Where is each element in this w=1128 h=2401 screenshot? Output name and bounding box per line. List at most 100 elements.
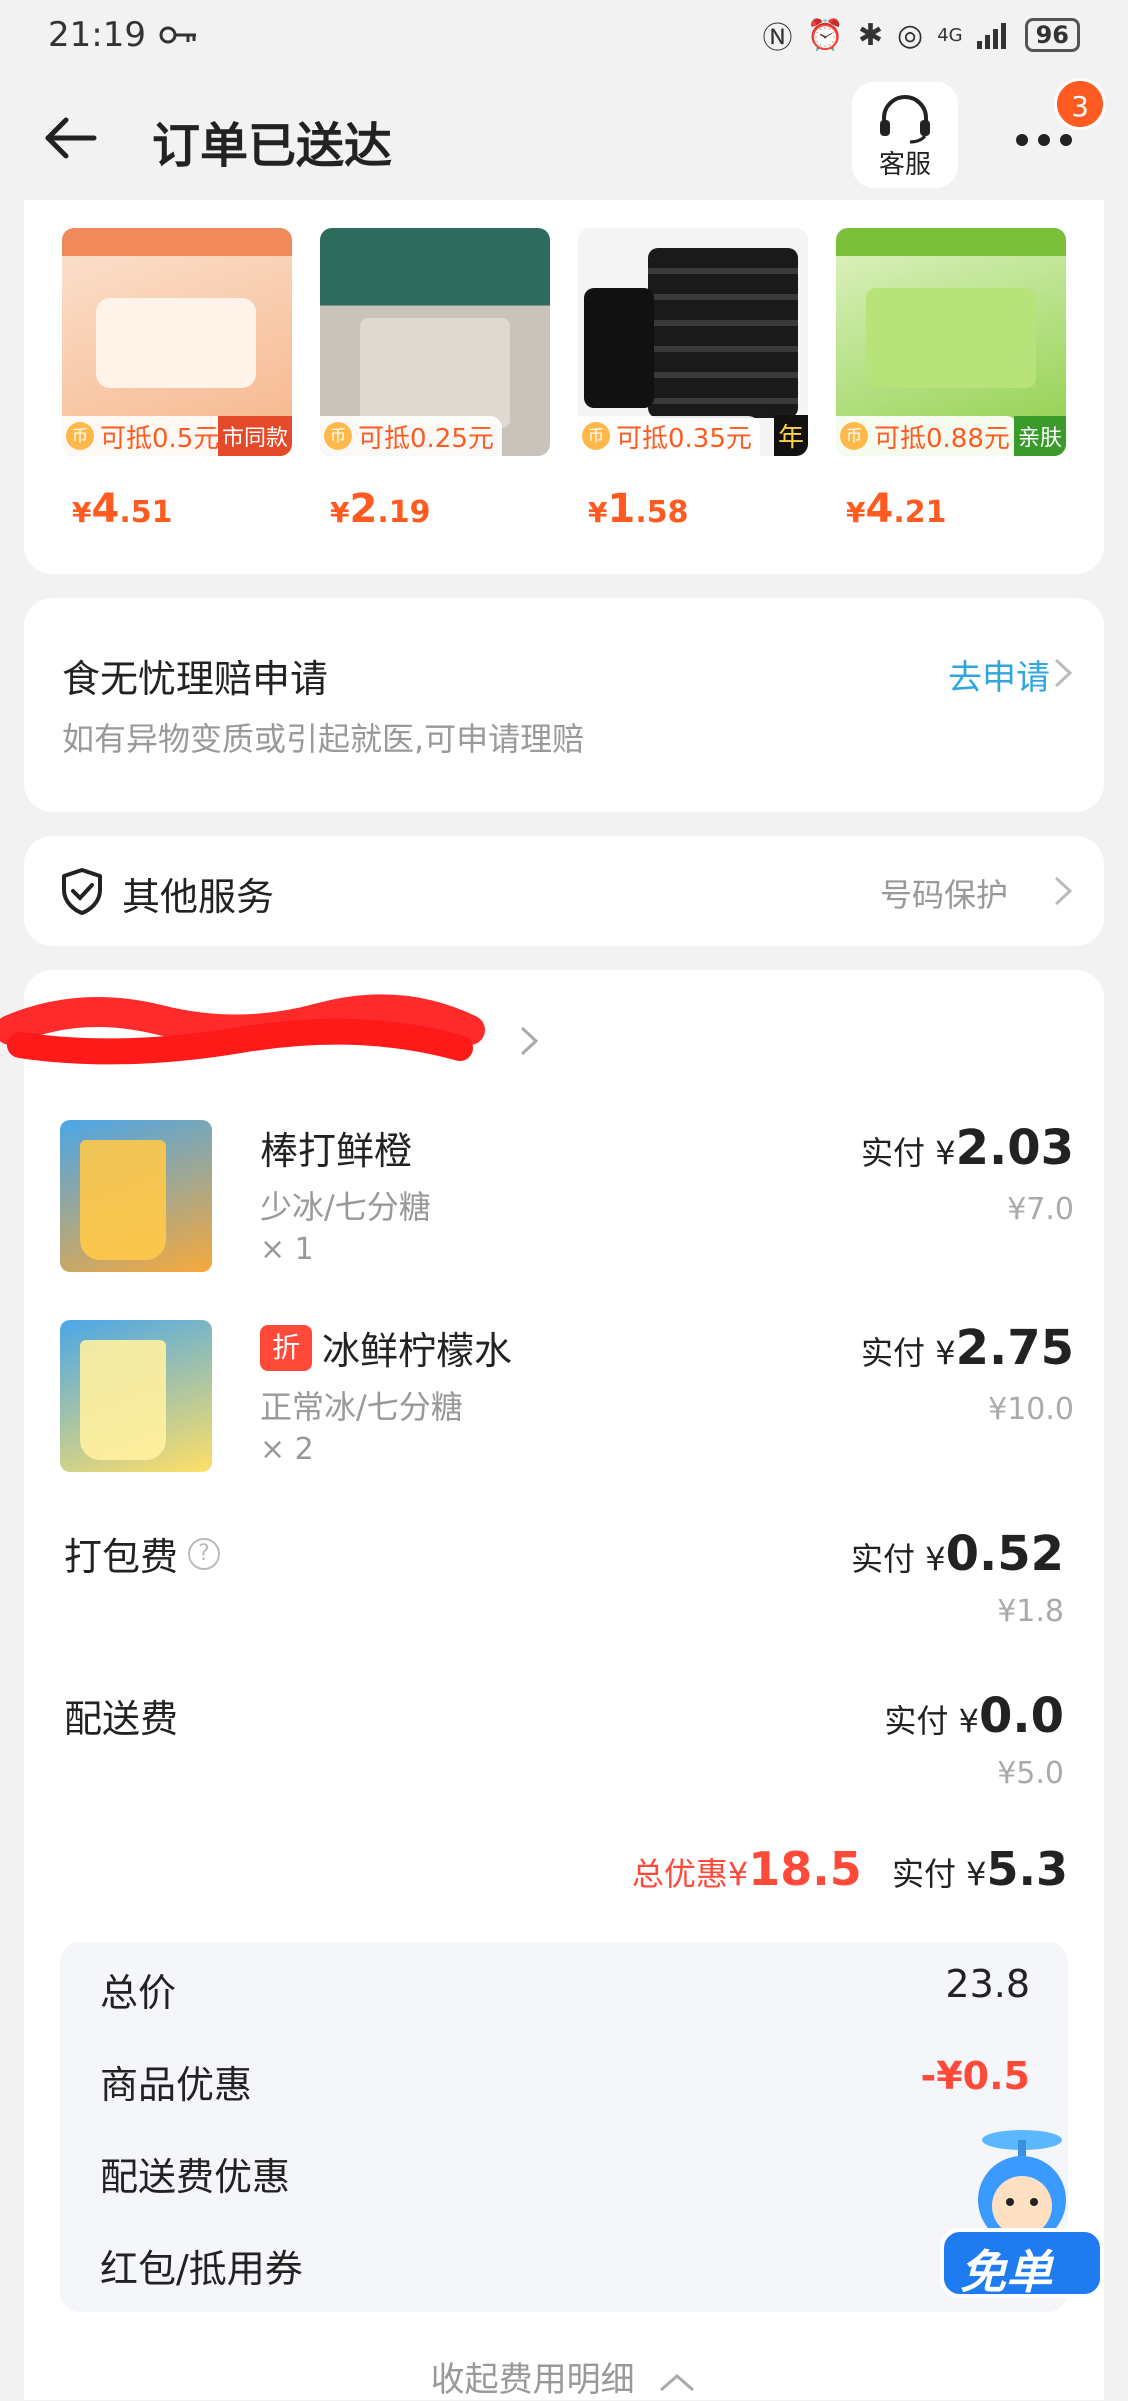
chevron-right-icon [1054,658,1073,688]
claim-subtitle: 如有异物变质或引起就医,可申请理赔 [62,720,585,758]
item-paid: 实付 ¥2.03 [861,1120,1074,1176]
product-image: 币 可抵0.5元 市同款 [62,228,292,456]
total-discount: 总优惠¥18.5 [631,1842,862,1896]
paid-label: 实付 [851,1540,916,1578]
customer-service-button[interactable]: 客服 [852,82,958,188]
breakdown-value: 23.8 [945,1962,1030,2006]
help-icon[interactable]: ? [188,1537,221,1570]
headset-icon [880,95,930,144]
currency-symbol: ¥ [966,1855,987,1893]
price-integer: 4 [865,486,894,532]
recommended-product-2[interactable]: 币 可抵0.25元 ¥2.19 [320,228,550,532]
claim-card[interactable]: 食无忧理赔申请 如有异物变质或引起就医,可申请理赔 去申请 [24,598,1104,812]
breakdown-row-total: 总价 23.8 [100,1962,1030,2017]
nfc-icon: Ⓝ [762,21,793,56]
free-order-label: 免单 [960,2245,1052,2299]
item-original-price: ¥7.0 [1007,1192,1074,1227]
breakdown-value: -¥0.5 [920,2054,1030,2098]
paid-label: 实付 [861,1334,926,1372]
other-services-title: 其他服务 [122,875,275,919]
order-totals: 总优惠¥18.5 实付 ¥5.3 [632,1842,1068,1896]
drink-cup [80,1140,166,1260]
price-decimal: .58 [635,495,689,530]
status-right: Ⓝ ⏰ ✱ ◎ 4G 96 [762,13,1080,57]
packing-fee-text: 打包费 [64,1535,179,1579]
tissue-pack [96,298,256,388]
currency-symbol: ¥ [935,1134,956,1172]
notification-badge: 3 [1054,78,1106,130]
coin-icon: 币 [324,422,352,450]
price-integer: 1 [607,486,636,532]
delivery-fee-original: ¥5.0 [997,1756,1064,1791]
item-spec: 少冰/七分糖 [260,1188,431,1226]
currency-symbol: ¥ [588,496,608,529]
total-discount-label: 总优惠 [631,1855,728,1893]
coin-icon: 币 [66,422,94,450]
product-image: 币 可抵0.25元 [320,228,550,456]
paid-amount: 2.03 [955,1120,1074,1176]
product-image: 币 可抵0.35元 年 [578,228,808,456]
recommended-product-4[interactable]: 币 可抵0.88元 亲肤 ¥4.21 [836,228,1066,532]
number-protection-label: 号码保护 [879,876,1008,914]
collapse-fee-details[interactable]: 收起费用明细 [24,2352,1104,2401]
product-image: 币 可抵0.88元 亲肤 [836,228,1066,456]
other-services-row[interactable]: 其他服务 号码保护 [24,836,1104,946]
signal-icon [976,23,1006,49]
corner-tag: 亲肤 [1013,416,1066,456]
packing-fee-label: 打包费 ? [64,1526,221,1581]
store-strip [62,228,292,256]
trash-bag-rolls [648,248,798,418]
breakdown-row-delivery-discount: 配送费优惠 - [100,2146,1030,2201]
fee-breakdown: 总价 23.8 商品优惠 -¥0.5 配送费优惠 - 红包/抵用券 - [60,1942,1068,2312]
recommended-product-1[interactable]: 币 可抵0.5元 市同款 ¥4.51 [62,228,292,532]
trash-bag [584,288,654,408]
back-arrow-icon[interactable] [42,110,98,166]
free-order-badge[interactable]: 免单 [922,2120,1122,2310]
paid-amount: 0.0 [978,1688,1064,1744]
redaction-scribble [0,994,485,1065]
tissue-box [866,288,1036,388]
paid-label: 实付 [891,1855,956,1893]
status-left: 21:19 [48,15,198,55]
status-time: 21:19 [48,15,146,55]
item-image [60,1120,212,1272]
delivery-fee-row: 配送费 实付 ¥0.0 ¥5.0 [64,1688,1064,1798]
currency-symbol: ¥ [727,1855,749,1893]
item-name-text: 冰鲜柠檬水 [322,1329,513,1373]
deduct-text: 可抵0.5元 [100,423,220,454]
item-quantity: × 2 [260,1432,314,1467]
order-item[interactable]: 折 冰鲜柠檬水 正常冰/七分糖 × 2 实付 ¥2.75 ¥10.0 [60,1320,1080,1480]
price-decimal: .21 [893,495,947,530]
page-title: 订单已送达 [152,118,393,174]
recommended-product-3[interactable]: 币 可抵0.35元 年 ¥1.58 [578,228,808,532]
price-integer: 4 [91,486,120,532]
store-chevron-icon[interactable] [518,1024,540,1058]
deduct-tag: 币 可抵0.25元 [320,416,502,456]
hotspot-icon: ◎ [897,17,924,53]
apply-claim-link[interactable]: 去申请 [948,650,1050,699]
paid-amount: 0.52 [945,1526,1064,1582]
item-paid: 实付 ¥2.75 [861,1320,1074,1376]
paid-label: 实付 [861,1134,926,1172]
item-spec: 正常冰/七分糖 [260,1388,463,1426]
breakdown-label: 商品优惠 [100,2063,253,2107]
battery-indicator: 96 [1024,18,1080,52]
deduct-tag: 币 可抵0.35元 [578,416,760,456]
currency-symbol: ¥ [935,1334,956,1372]
deduct-text: 可抵0.25元 [358,423,494,454]
item-name-text: 棒打鲜橙 [260,1129,413,1173]
bluetooth-icon: ✱ [857,17,883,53]
delivery-fee-label: 配送费 [64,1697,179,1741]
currency-symbol: ¥ [846,496,866,529]
coin-icon: 币 [582,422,610,450]
shield-check-icon [62,868,102,915]
order-item[interactable]: 棒打鲜橙 少冰/七分糖 × 1 实付 ¥2.03 ¥7.0 [60,1120,1080,1280]
deduct-tag: 币 可抵0.5元 [62,416,228,456]
currency-symbol: ¥ [72,496,92,529]
coin-icon: 币 [840,422,868,450]
product-price: ¥2.19 [330,486,550,532]
breakdown-row-coupon: 红包/抵用券 - [100,2238,1030,2293]
product-price: ¥4.51 [72,486,292,532]
price-decimal: .51 [119,495,173,530]
total-discount-amount: 18.5 [748,1842,862,1896]
